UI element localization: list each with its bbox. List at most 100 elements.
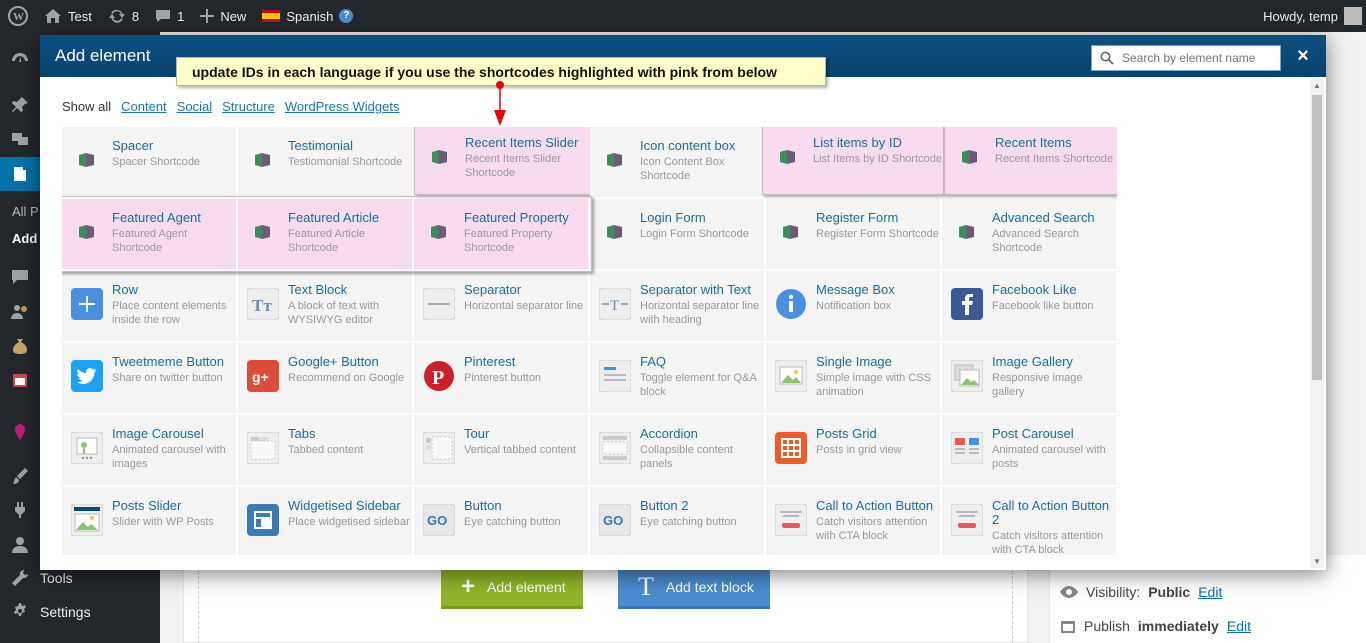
search-icon bbox=[1100, 51, 1114, 65]
element-card[interactable]: Post Carousel Animated carousel with post… bbox=[942, 415, 1116, 485]
filter-structure[interactable]: Structure bbox=[222, 99, 275, 114]
element-card[interactable]: P Pinterest Pinterest button bbox=[414, 343, 588, 413]
updates-icon bbox=[108, 9, 125, 23]
element-card[interactable]: T Separator with Text Horizontal separator… bbox=[590, 271, 764, 341]
language-label: Spanish bbox=[286, 8, 334, 24]
element-card[interactable]: List items by ID List Items by ID Shortco… bbox=[762, 127, 944, 195]
element-card[interactable]: Tweetmeme Button Share on twitter button bbox=[62, 343, 236, 413]
sidebar-sub-add-new[interactable]: Add bbox=[12, 231, 37, 246]
element-name: Widgetised Sidebar bbox=[288, 498, 401, 513]
filter-show-all[interactable]: Show all bbox=[62, 99, 111, 114]
filter-social[interactable]: Social bbox=[177, 99, 212, 114]
element-card[interactable]: Login Form Login Form Shortcode bbox=[590, 199, 764, 269]
pinterest-icon: P bbox=[422, 359, 456, 393]
element-card[interactable]: GO Button Eye catching button bbox=[414, 487, 588, 555]
wordpress-logo-icon[interactable]: W bbox=[0, 0, 36, 32]
shortcode-icon bbox=[598, 143, 632, 177]
element-card[interactable]: Icon content box Icon Content Box Shortco… bbox=[590, 127, 764, 197]
new-content-link[interactable]: New bbox=[192, 0, 254, 32]
element-description: Advanced Search Shortcode bbox=[992, 228, 1079, 254]
element-name: Accordion bbox=[640, 426, 698, 441]
modal-scrollbar[interactable]: ▲ ▼ bbox=[1310, 79, 1324, 568]
element-card[interactable]: Register Form Register Form Shortcode bbox=[766, 199, 940, 269]
visibility-edit-link[interactable]: Edit bbox=[1198, 584, 1222, 600]
plus-icon bbox=[200, 9, 215, 23]
element-card[interactable]: Row Place content elements inside the row bbox=[62, 271, 236, 341]
scrollbar-thumb[interactable] bbox=[1312, 95, 1322, 380]
modal-title: Add element bbox=[55, 46, 151, 65]
element-card[interactable]: Call to Action Button Catch visitors atte… bbox=[766, 487, 940, 555]
shortcode-icon bbox=[950, 215, 984, 249]
filter-wordpress-widgets[interactable]: WordPress Widgets bbox=[285, 99, 400, 114]
element-card[interactable]: Image Gallery Responsive image gallery bbox=[942, 343, 1116, 413]
element-card[interactable]: Tour Vertical tabbed content bbox=[414, 415, 588, 485]
element-description: Featured Property Shortcode bbox=[464, 228, 553, 254]
calendar-icon bbox=[13, 374, 27, 387]
element-card[interactable]: GO Button 2 Eye catching button bbox=[590, 487, 764, 555]
updates-link[interactable]: 8 bbox=[100, 0, 147, 32]
account-menu[interactable]: Howdy, temp bbox=[1255, 0, 1366, 32]
element-description: Animated carousel with posts bbox=[992, 444, 1106, 470]
add-text-block-button[interactable]: T Add text block bbox=[618, 568, 770, 609]
element-card[interactable]: Featured Property Featured Property Short… bbox=[414, 199, 588, 269]
element-card[interactable]: Image Carousel Animated carousel with ima… bbox=[62, 415, 236, 485]
shortcode-icon bbox=[70, 143, 104, 177]
element-description: Eye catching button bbox=[640, 516, 737, 528]
element-card[interactable]: Recent Items Slider Recent Items Slider S… bbox=[414, 127, 592, 195]
element-description: Collapsible content panels bbox=[640, 444, 733, 470]
element-card[interactable]: Featured Agent Featured Agent Shortcode bbox=[62, 199, 236, 269]
annotation-arrow-icon bbox=[494, 81, 506, 126]
add-element-button[interactable]: + Add element bbox=[441, 568, 583, 609]
element-card[interactable]: Tabs Tabbed content bbox=[238, 415, 412, 485]
element-card[interactable]: Single Image Simple image with CSS animat… bbox=[766, 343, 940, 413]
shortcode-icon bbox=[246, 215, 280, 249]
element-card[interactable]: Featured Article Featured Article Shortco… bbox=[238, 199, 412, 269]
publish-edit-link[interactable]: Edit bbox=[1227, 618, 1251, 634]
updates-count: 8 bbox=[131, 8, 140, 24]
element-card[interactable]: Testimonial Testiomonial Shortcode bbox=[238, 127, 412, 197]
element-card[interactable]: Spacer Spacer Shortcode bbox=[62, 127, 236, 197]
site-name-link[interactable]: Test bbox=[36, 0, 100, 32]
search-input[interactable] bbox=[1122, 51, 1272, 65]
element-description: Icon Content Box Shortcode bbox=[640, 156, 725, 182]
element-card[interactable]: Posts Grid Posts in grid view bbox=[766, 415, 940, 485]
element-name: FAQ bbox=[640, 354, 667, 369]
sidebar-item-settings[interactable]: Settings bbox=[0, 595, 160, 629]
avatar bbox=[1344, 7, 1362, 25]
element-card[interactable]: g+ Google+ Button Recommend on Google bbox=[238, 343, 412, 413]
element-card[interactable]: Recent Items Recent Items Shortcode bbox=[944, 127, 1117, 195]
search-box[interactable] bbox=[1091, 45, 1281, 71]
filter-content[interactable]: Content bbox=[121, 99, 167, 114]
sidebar-label-settings: Settings bbox=[40, 604, 91, 620]
howdy-text: Howdy, temp bbox=[1263, 8, 1338, 24]
element-card[interactable]: Advanced Search Advanced Search Shortcode bbox=[942, 199, 1116, 269]
money-bag-icon bbox=[13, 339, 27, 354]
shortcode-icon bbox=[70, 215, 104, 249]
element-card[interactable]: Call to Action Button 2 Catch visitors at… bbox=[942, 487, 1116, 555]
pages-icon bbox=[14, 167, 26, 181]
element-name: Call to Action Button 2 bbox=[992, 498, 1110, 527]
element-card[interactable]: Separator Horizontal separator line bbox=[414, 271, 588, 341]
scroll-up-icon[interactable]: ▲ bbox=[1313, 81, 1321, 90]
element-card[interactable]: Tт Text Block A block of text with WYSIWYG… bbox=[238, 271, 412, 341]
element-card[interactable]: Widgetised Sidebar Place widgetised sideb… bbox=[238, 487, 412, 555]
language-switcher[interactable]: Spanish ? bbox=[254, 0, 361, 32]
scroll-down-icon[interactable]: ▼ bbox=[1313, 557, 1321, 566]
element-card[interactable]: Posts Slider Slider with WP Posts bbox=[62, 487, 236, 555]
element-card[interactable]: FAQ Toggle element for Q&A block bbox=[590, 343, 764, 413]
image-icon bbox=[774, 359, 808, 393]
element-card[interactable]: Accordion Collapsible content panels bbox=[590, 415, 764, 485]
element-name: Tweetmeme Button bbox=[112, 354, 224, 369]
comments-link[interactable]: 1 bbox=[147, 0, 192, 32]
element-name: Tabs bbox=[288, 426, 316, 441]
element-card[interactable]: Facebook Like Facebook like button bbox=[942, 271, 1116, 341]
close-button[interactable]: × bbox=[1293, 45, 1313, 68]
help-icon[interactable]: ? bbox=[339, 9, 354, 23]
element-name: Posts Grid bbox=[816, 426, 877, 441]
shortcode-icon bbox=[598, 215, 632, 249]
element-description: Catch visitors attention with CTA block bbox=[992, 530, 1104, 555]
sidebar-sub-all-pages[interactable]: All P bbox=[12, 204, 39, 219]
element-card[interactable]: Message Box Notification box bbox=[766, 271, 940, 341]
element-description: Catch visitors attention with CTA block bbox=[816, 516, 928, 542]
shortcode-icon bbox=[423, 140, 457, 174]
